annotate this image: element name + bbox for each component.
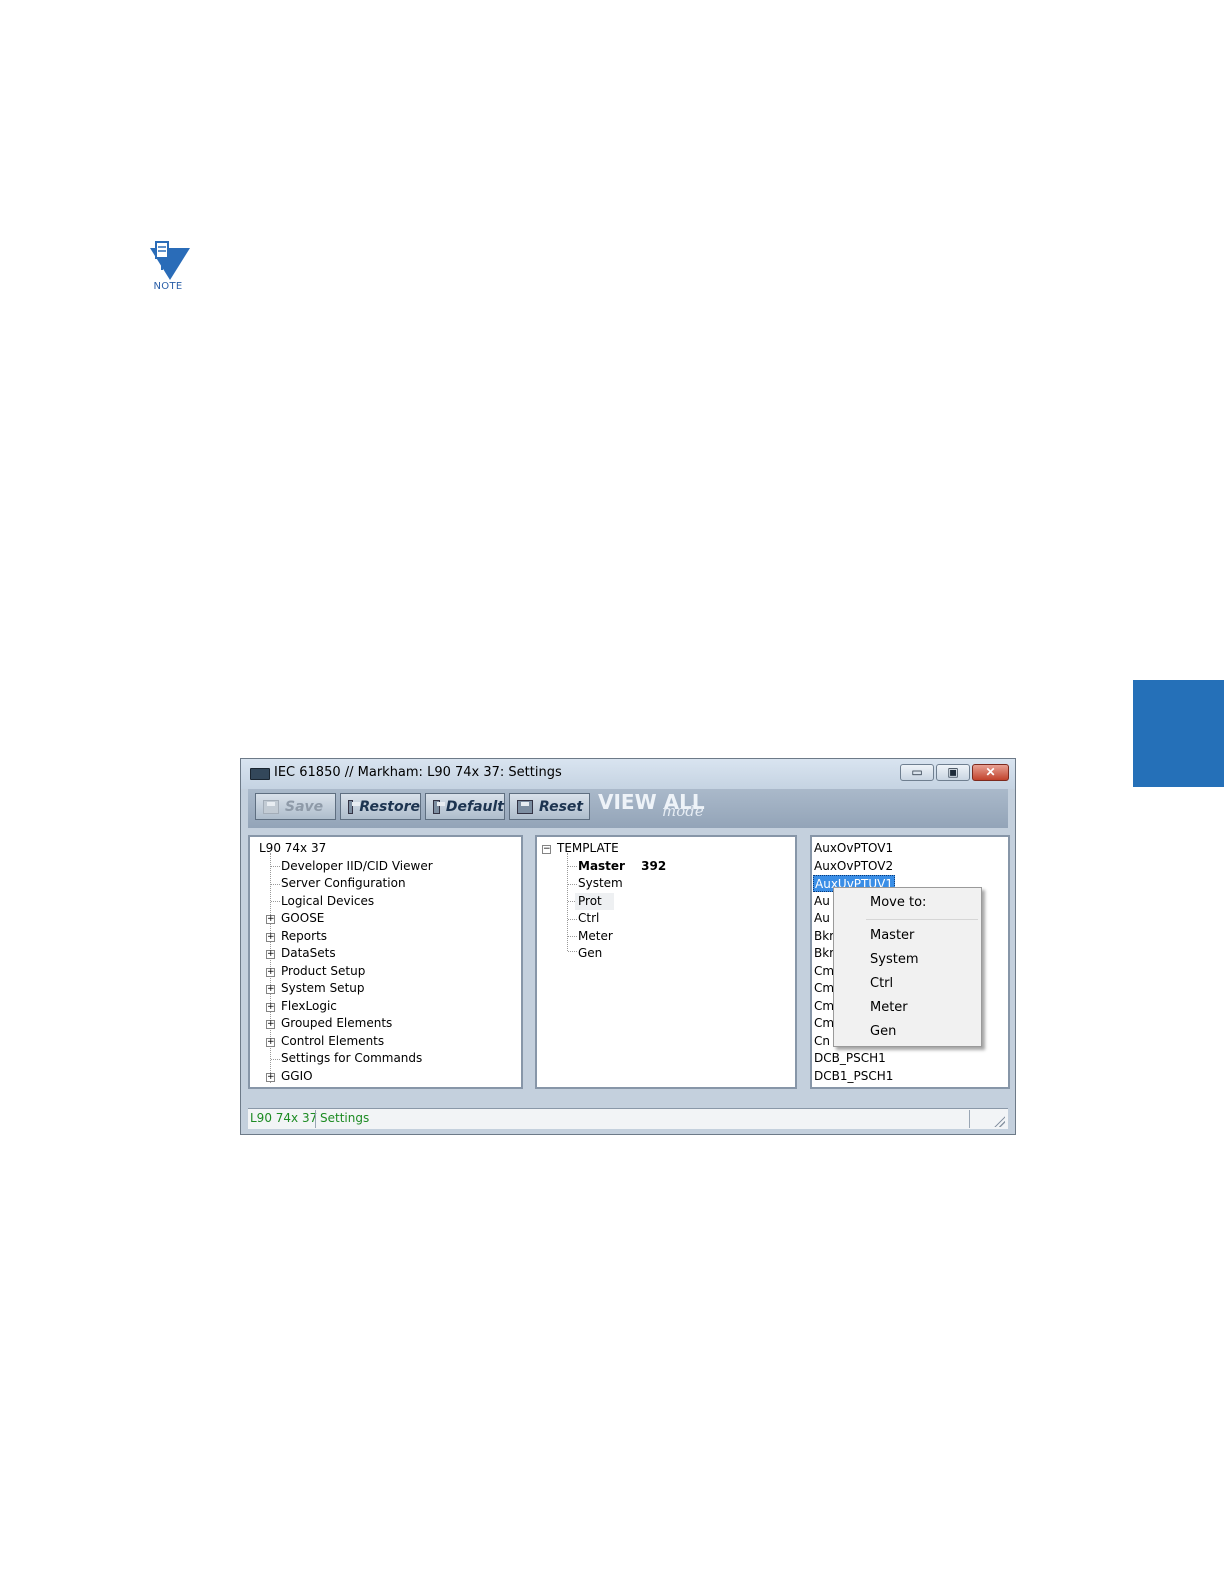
maximize-button[interactable]: ▣ [936, 764, 970, 781]
list-item[interactable]: Cn [814, 1033, 830, 1050]
template-node-meter[interactable]: Meter [578, 928, 613, 945]
tree-item-logical-devices[interactable]: Logical Devices [281, 893, 374, 910]
chapter-side-tab [1133, 680, 1224, 787]
menu-item-gen[interactable]: Gen [870, 1024, 896, 1039]
tree-item-developer-viewer[interactable]: Developer IID/CID Viewer [281, 858, 433, 875]
expand-icon[interactable]: + [266, 1003, 275, 1012]
tree-item-product-setup[interactable]: Product Setup [281, 963, 365, 980]
settings-window: IEC 61850 // Markham: L90 74x 37: Settin… [240, 758, 1016, 1135]
status-device: L90 74x 37 [250, 1111, 318, 1125]
context-menu-separator [866, 919, 978, 920]
context-menu-header: Move to: [870, 895, 927, 910]
expand-icon[interactable]: + [266, 950, 275, 959]
tree-item-system-setup[interactable]: System Setup [281, 980, 365, 997]
template-node-ctrl[interactable]: Ctrl [578, 910, 599, 927]
list-item[interactable]: Cm [814, 980, 834, 997]
expand-icon[interactable]: + [266, 1073, 275, 1082]
list-item[interactable]: Au [814, 910, 830, 927]
menu-item-master[interactable]: Master [870, 928, 914, 943]
tree-connector [271, 884, 280, 885]
list-item[interactable]: AuxOvPTOV1 [814, 840, 893, 857]
collapse-icon[interactable]: − [542, 845, 551, 854]
move-to-context-menu: Move to: Master System Ctrl Meter Gen [833, 887, 982, 1047]
list-item[interactable]: DCB1_PSCH1 [814, 1068, 893, 1085]
settings-tree-panel[interactable]: L90 74x 37 Developer IID/CID Viewer Serv… [248, 835, 523, 1089]
maximize-icon: ▣ [947, 765, 959, 779]
expand-icon[interactable]: + [266, 933, 275, 942]
note-label: NOTE [153, 281, 183, 292]
minimize-icon: ▭ [911, 765, 923, 779]
list-item[interactable]: Cm [814, 998, 834, 1015]
tree-item-reports[interactable]: Reports [281, 928, 327, 945]
master-count: 392 [641, 859, 667, 873]
template-node-gen[interactable]: Gen [578, 945, 602, 962]
resize-grip-icon[interactable] [993, 1115, 1005, 1127]
reset-label: Reset [539, 798, 584, 815]
menu-item-meter[interactable]: Meter [870, 1000, 908, 1015]
tree-item-server-configuration[interactable]: Server Configuration [281, 875, 406, 892]
save-icon [263, 799, 279, 814]
tree-connector [568, 884, 577, 885]
tree-item-grouped-elements[interactable]: Grouped Elements [281, 1015, 392, 1032]
save-button[interactable]: Save [255, 793, 336, 820]
note-icon: NOTE [144, 240, 192, 296]
tree-connector [568, 951, 577, 952]
default-label: Default [445, 798, 504, 815]
tree-item-goose[interactable]: GOOSE [281, 910, 324, 927]
reset-button[interactable]: Reset [509, 793, 590, 820]
tree-connector [568, 936, 577, 937]
tree-item-datasets[interactable]: DataSets [281, 945, 336, 962]
expand-icon[interactable]: + [266, 1020, 275, 1029]
window-title: IEC 61850 // Markham: L90 74x 37: Settin… [274, 765, 562, 780]
expand-icon[interactable]: + [266, 915, 275, 924]
app-icon [250, 768, 270, 780]
toolbar: Save Restore Default Reset VIEW ALL mode [248, 789, 1008, 828]
template-panel[interactable]: − TEMPLATE Master 392 System Prot Ctrl M… [535, 835, 797, 1089]
view-mode-label: mode [662, 802, 704, 820]
tree-connector [568, 866, 577, 867]
list-item[interactable]: Bkr [814, 928, 834, 945]
tree-item-ggio[interactable]: GGIO [281, 1068, 313, 1085]
tree-item-control-elements[interactable]: Control Elements [281, 1033, 384, 1050]
tree-root[interactable]: L90 74x 37 [259, 840, 326, 857]
tree-connector [271, 1059, 280, 1060]
tree-connector [568, 919, 577, 920]
restore-button[interactable]: Restore [340, 793, 421, 820]
status-bar: L90 74x 37 Settings [248, 1108, 1008, 1129]
status-mode: Settings [320, 1111, 370, 1125]
template-master-node[interactable]: Master 392 [578, 858, 666, 875]
list-item[interactable]: Cm [814, 1015, 834, 1032]
save-label: Save [285, 798, 324, 815]
menu-item-system[interactable]: System [870, 952, 918, 967]
tree-item-settings-for-commands[interactable]: Settings for Commands [281, 1050, 422, 1067]
list-item[interactable]: AuxOvPTOV2 [814, 858, 893, 875]
expand-icon[interactable]: + [266, 1038, 275, 1047]
close-button[interactable]: ✕ [972, 764, 1009, 781]
template-node-prot[interactable]: Prot [575, 893, 614, 910]
master-label: Master [578, 859, 625, 873]
list-item[interactable]: DCB_PSCH1 [814, 1050, 886, 1067]
template-node-system[interactable]: System [578, 875, 623, 892]
tree-item-flexlogic[interactable]: FlexLogic [281, 998, 337, 1015]
default-button[interactable]: Default [425, 793, 505, 820]
close-icon: ✕ [985, 765, 996, 779]
title-bar[interactable]: IEC 61850 // Markham: L90 74x 37: Settin… [241, 759, 1015, 789]
list-item[interactable]: Au [814, 893, 830, 910]
tree-connector [271, 901, 280, 902]
tree-connector [271, 866, 280, 867]
status-divider [315, 1110, 316, 1128]
list-item[interactable]: Cm [814, 963, 834, 980]
default-icon [433, 799, 445, 814]
restore-icon [348, 799, 361, 814]
reset-icon [517, 799, 533, 814]
expand-icon[interactable]: + [266, 985, 275, 994]
status-divider [969, 1110, 970, 1128]
menu-item-ctrl[interactable]: Ctrl [870, 976, 893, 991]
list-item[interactable]: Bkr [814, 945, 834, 962]
expand-icon[interactable]: + [266, 968, 275, 977]
restore-label: Restore [359, 798, 420, 815]
minimize-button[interactable]: ▭ [900, 764, 934, 781]
